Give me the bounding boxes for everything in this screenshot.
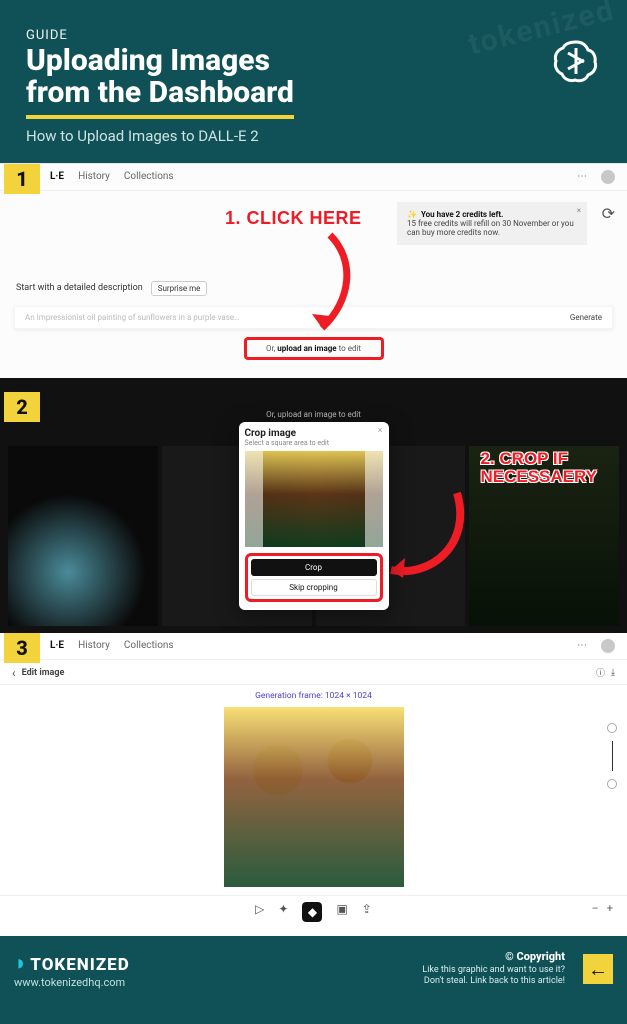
crop-modal: × Crop image Select a square area to edi… (239, 422, 389, 610)
nav-brand: L·E (50, 640, 64, 651)
annotation-2: 2. CROP IF NECESSAERY (480, 450, 597, 486)
arrow-2-icon (377, 488, 467, 598)
zoom-out-button[interactable]: – (592, 902, 599, 915)
title-line2: from the Dashboard (26, 75, 294, 110)
download-icon[interactable]: ⤓ (611, 668, 615, 678)
guide-label: GUIDE (26, 28, 601, 43)
guide-header: tokenized GUIDE Uploading Images from th… (0, 0, 627, 163)
copyright-label: © Copyright (422, 950, 565, 964)
upload-hint: Or, upload an image to edit (266, 410, 361, 419)
nav-history-link[interactable]: History (78, 171, 110, 182)
step-2-badge: 2 (4, 392, 40, 422)
credits-body: 15 free credits will refill on 30 Novemb… (407, 219, 577, 237)
canvas-image[interactable] (224, 707, 404, 887)
help-icon[interactable]: ⓘ (596, 666, 605, 679)
edit-image-label: Edit image (22, 668, 65, 678)
refresh-icon[interactable]: ⟳ (602, 204, 615, 223)
eraser-tool-icon[interactable]: ◆ (302, 902, 322, 922)
nav-collections-link[interactable]: Collections (124, 171, 174, 182)
title-line1: Uploading Images (26, 43, 270, 78)
prompt-placeholder: An Impressionist oil painting of sunflow… (25, 313, 239, 322)
credits-title: You have 2 credits left. (421, 210, 503, 219)
zoom-in-button[interactable]: + (607, 902, 613, 915)
close-icon[interactable]: × (577, 206, 581, 215)
frame-tool-icon[interactable]: ▣ (336, 902, 347, 922)
arrow-1-icon (310, 230, 360, 340)
annotation-1: 1. CLICK HERE (225, 208, 362, 229)
step-3-panel: 3 L·E History Collections ⋯ ‹ Edit image… (0, 633, 627, 936)
crop-buttons-highlight: Crop Skip cropping (245, 553, 383, 602)
edit-header: ‹ Edit image ⓘ ⤓ (0, 660, 627, 685)
step-1-badge: 1 (4, 164, 40, 194)
guide-title: Uploading Images from the Dashboard (26, 45, 294, 119)
crop-modal-title: Crop image (245, 428, 383, 439)
crop-button[interactable]: Crop (251, 559, 377, 576)
pan-tool-icon[interactable]: ✦ (278, 902, 288, 922)
credits-notice: × ✨ You have 2 credits left. 15 free cre… (397, 202, 587, 245)
dalle-top-nav-3: L·E History Collections ⋯ (0, 633, 627, 660)
sparkle-icon: ✨ (407, 210, 417, 219)
copyright-block: © Copyright Like this graphic and want t… (422, 950, 565, 988)
nav-collections-link[interactable]: Collections (124, 640, 174, 651)
cursor-tool-icon[interactable]: ▷ (255, 902, 264, 922)
brand-dot-icon: ◗ (14, 951, 28, 976)
upload-tool-icon[interactable]: ⇪ (362, 902, 372, 922)
copyright-line1: Like this graphic and want to use it? (422, 965, 565, 977)
back-icon[interactable]: ‹ (12, 666, 16, 680)
close-icon[interactable]: × (378, 426, 383, 436)
crop-modal-subtitle: Select a square area to edit (245, 439, 383, 447)
brand-name: TOKENIZED (30, 955, 129, 975)
copyright-line2: Don't steal. Link back to this article! (422, 976, 565, 988)
avatar[interactable] (601, 170, 615, 184)
arrow-badge-icon: ← (583, 954, 613, 984)
rail-dot-icon[interactable] (607, 723, 617, 733)
generate-button[interactable]: Generate (570, 313, 602, 322)
surprise-me-button[interactable]: Surprise me (151, 281, 208, 296)
menu-dots-icon[interactable]: ⋯ (577, 171, 587, 182)
openai-logo-icon (551, 36, 601, 90)
brand-block: ◗TOKENIZED www.tokenizedhq.com (14, 950, 130, 989)
nav-history-link[interactable]: History (78, 640, 110, 651)
rail-dot-icon[interactable] (607, 779, 617, 789)
nav-brand: L·E (50, 171, 64, 182)
guide-subtitle: How to Upload Images to DALL-E 2 (26, 127, 601, 145)
skip-cropping-button[interactable]: Skip cropping (251, 579, 377, 596)
toolbar: ▷ ✦ ◆ ▣ ⇪ – + (0, 895, 627, 936)
generation-frame-label: Generation frame: 1024 × 1024 (0, 691, 627, 701)
upload-image-link[interactable]: Or, upload an image to edit (244, 337, 384, 360)
step-2-panel: 2 Or, upload an image to edit × Crop ima… (0, 378, 627, 633)
footer: ◗TOKENIZED www.tokenizedhq.com © Copyrig… (0, 936, 627, 1007)
zoom-rail[interactable] (607, 723, 617, 789)
crop-preview-image[interactable] (245, 451, 383, 547)
dalle-top-nav: L·E History Collections ⋯ (0, 164, 627, 191)
avatar[interactable] (601, 639, 615, 653)
start-label: Start with a detailed description (16, 283, 143, 293)
brand-url[interactable]: www.tokenizedhq.com (14, 976, 130, 989)
step-3-badge: 3 (4, 633, 40, 663)
menu-dots-icon[interactable]: ⋯ (577, 640, 587, 651)
step-1-panel: 1 L·E History Collections ⋯ × ✨ You have… (0, 163, 627, 378)
